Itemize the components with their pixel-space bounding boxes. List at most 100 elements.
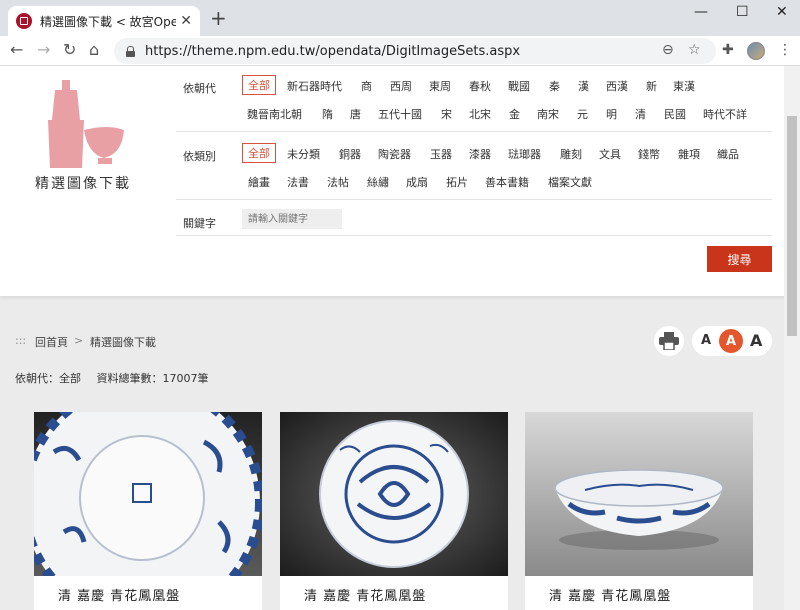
category-option[interactable]: 琺瑯器 <box>508 146 541 162</box>
dynasty-option[interactable]: 五代十國 <box>378 106 422 122</box>
back-arrow-icon[interactable]: ← <box>10 40 23 60</box>
category-option[interactable]: 法書 <box>287 174 309 190</box>
dynasty-option-all[interactable]: 全部 <box>242 75 276 95</box>
category-option[interactable]: 織品 <box>717 146 739 162</box>
page-scrollbar[interactable] <box>784 66 800 610</box>
artifact-title[interactable]: 清 嘉慶 青花鳳凰盤 <box>58 585 180 604</box>
search-button[interactable]: 搜尋 <box>707 246 772 272</box>
breadcrumb-separator-icon: > <box>74 334 84 347</box>
category-option-all[interactable]: 全部 <box>242 143 276 163</box>
minimize-icon[interactable]: — <box>694 4 708 20</box>
category-option[interactable]: 雜項 <box>678 146 700 162</box>
new-tab-icon[interactable]: + <box>210 8 227 28</box>
category-option[interactable]: 文具 <box>599 146 621 162</box>
category-option[interactable]: 繪畫 <box>248 174 270 190</box>
breadcrumb-home-link[interactable]: 回首頁 <box>35 334 68 350</box>
npm-favicon-icon <box>16 13 32 29</box>
star-icon[interactable]: ☆ <box>688 42 701 58</box>
artifact-card[interactable]: 清 嘉慶 青花鳳凰盤 <box>280 412 508 610</box>
filter-divider <box>176 199 772 200</box>
category-option[interactable]: 銅器 <box>339 146 361 162</box>
dynasty-option[interactable]: 東周 <box>429 78 451 94</box>
artifact-image-plate-top <box>280 412 508 576</box>
maximize-icon[interactable]: ☐ <box>736 4 749 20</box>
filter-divider <box>176 131 772 132</box>
site-logo-icon <box>48 80 124 168</box>
category-option[interactable]: 善本書籍 <box>485 174 529 190</box>
category-option[interactable]: 絲繡 <box>367 174 389 190</box>
dynasty-option[interactable]: 金 <box>509 106 520 122</box>
filter-divider <box>176 235 772 236</box>
artifact-title[interactable]: 清 嘉慶 青花鳳凰盤 <box>304 585 426 604</box>
category-option[interactable]: 陶瓷器 <box>378 146 411 162</box>
category-option[interactable]: 成扇 <box>406 174 428 190</box>
artifact-image-plate-side <box>525 412 753 576</box>
dynasty-option[interactable]: 民國 <box>664 106 686 122</box>
artifact-card[interactable]: 清 嘉慶 青花鳳凰盤 <box>34 412 262 610</box>
category-option[interactable]: 玉器 <box>430 146 452 162</box>
category-option[interactable]: 拓片 <box>446 174 468 190</box>
scrollbar-thumb[interactable] <box>787 116 797 336</box>
address-bar[interactable]: https://theme.npm.edu.tw/opendata/DigitI… <box>114 38 716 64</box>
reload-icon[interactable]: ↻ <box>63 40 76 60</box>
category-option[interactable]: 漆器 <box>469 146 491 162</box>
dynasty-option[interactable]: 時代不詳 <box>703 106 747 122</box>
zoom-icon[interactable]: ⊖ <box>662 42 674 58</box>
lock-icon <box>126 45 135 57</box>
keyword-label: 關鍵字 <box>183 217 216 230</box>
dynasty-option[interactable]: 東漢 <box>673 78 695 94</box>
dynasty-option[interactable]: 北宋 <box>469 106 491 122</box>
dynasty-option[interactable]: 西漢 <box>606 78 628 94</box>
dynasty-filter-status: 依朝代：全部 <box>15 372 81 385</box>
site-title: 精選圖像下載 <box>35 176 131 192</box>
forward-arrow-icon[interactable]: → <box>37 40 50 60</box>
category-option[interactable]: 雕刻 <box>560 146 582 162</box>
browser-tab[interactable]: 精選圖像下載 < 故宮Open Data ✕ <box>8 6 200 36</box>
dynasty-option[interactable]: 清 <box>635 106 646 122</box>
dynasty-option[interactable]: 南宋 <box>537 106 559 122</box>
artifact-title[interactable]: 清 嘉慶 青花鳳凰盤 <box>549 585 671 604</box>
printer-icon <box>659 332 679 350</box>
font-size-medium-button[interactable]: A <box>719 329 743 353</box>
dynasty-option[interactable]: 新 <box>646 78 657 94</box>
close-tab-icon[interactable]: ✕ <box>180 13 192 29</box>
font-size-small-button[interactable]: A <box>701 333 711 348</box>
extensions-puzzle-icon[interactable]: ✚ <box>722 42 734 58</box>
dynasty-option[interactable]: 新石器時代 <box>287 78 342 94</box>
category-option[interactable]: 法帖 <box>327 174 349 190</box>
keyword-search-input[interactable] <box>242 209 342 229</box>
dynasty-option[interactable]: 漢 <box>578 78 589 94</box>
font-size-switcher: A A A <box>692 326 772 356</box>
tab-title: 精選圖像下載 < 故宮Open Data <box>40 14 177 29</box>
dynasty-filter-label: 依朝代 <box>183 82 216 95</box>
dynasty-option[interactable]: 元 <box>577 106 588 122</box>
category-option[interactable]: 檔案文獻 <box>548 174 592 190</box>
breadcrumb-current: 精選圖像下載 <box>90 336 156 349</box>
total-count: 資料總筆數：17007筆 <box>96 372 209 385</box>
profile-avatar[interactable] <box>747 42 765 60</box>
dynasty-option[interactable]: 秦 <box>549 78 560 94</box>
artifact-image-plate-underside <box>34 412 262 576</box>
dynasty-option[interactable]: 隋 <box>322 106 333 122</box>
dynasty-option[interactable]: 唐 <box>350 106 361 122</box>
print-button[interactable] <box>654 326 684 356</box>
home-icon[interactable]: ⌂ <box>89 40 99 60</box>
category-option[interactable]: 錢幣 <box>638 146 660 162</box>
category-option[interactable]: 未分類 <box>287 146 320 162</box>
browser-toolbar: ← → ↻ ⌂ https://theme.npm.edu.tw/opendat… <box>0 36 800 66</box>
dynasty-option[interactable]: 宋 <box>441 106 452 122</box>
result-summary: 依朝代：全部 資料總筆數：17007筆 <box>15 370 209 386</box>
filter-panel: 精選圖像下載 依朝代 全部 新石器時代 商 西周 東周 春秋 戰國 秦 漢 西漢… <box>0 66 800 296</box>
dynasty-option[interactable]: 商 <box>361 78 372 94</box>
accesskey-marker: ::: <box>15 334 27 347</box>
dynasty-option[interactable]: 魏晉南北朝 <box>247 106 302 122</box>
artifact-card[interactable]: 清 嘉慶 青花鳳凰盤 <box>525 412 753 610</box>
close-window-icon[interactable]: ✕ <box>776 4 788 20</box>
dynasty-option[interactable]: 春秋 <box>469 78 491 94</box>
dynasty-option[interactable]: 西周 <box>390 78 412 94</box>
font-size-large-button[interactable]: A <box>750 331 762 350</box>
category-filter-label: 依類別 <box>183 150 216 163</box>
dynasty-option[interactable]: 戰國 <box>508 78 530 94</box>
kebab-menu-icon[interactable]: ⋮ <box>778 42 792 58</box>
dynasty-option[interactable]: 明 <box>606 106 617 122</box>
